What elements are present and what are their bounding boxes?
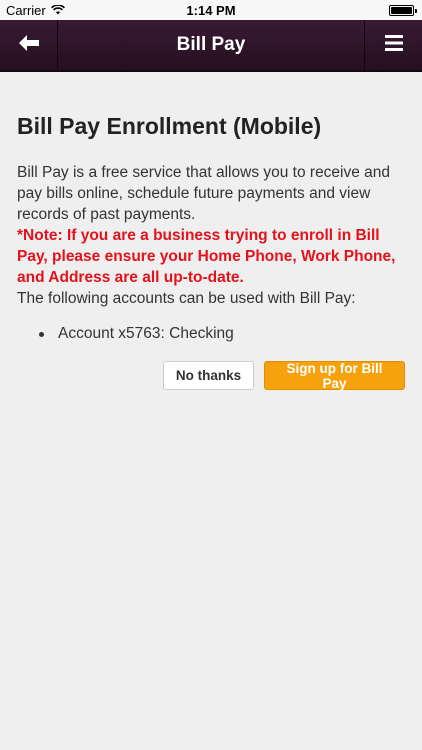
list-item: Account x5763: Checking <box>39 323 407 345</box>
sign-up-button[interactable]: Sign up for Bill Pay <box>264 361 405 391</box>
no-thanks-button[interactable]: No thanks <box>163 361 254 390</box>
accounts-list: Account x5763: Checking <box>17 323 407 345</box>
back-button[interactable] <box>0 20 58 70</box>
arrow-left-icon <box>18 34 40 57</box>
status-bar: Carrier 1:14 PM <box>0 0 422 20</box>
nav-bar: Bill Pay <box>0 20 422 72</box>
page-header-title: Bill Pay <box>176 34 246 55</box>
intro-text: Bill Pay is a free service that allows y… <box>17 164 391 223</box>
accounts-label: The following accounts can be used with … <box>17 290 356 307</box>
bullet-icon <box>39 332 44 337</box>
hamburger-menu-icon <box>384 34 403 56</box>
menu-button[interactable] <box>364 20 422 70</box>
enrollment-content: Bill Pay Enrollment (Mobile) Bill Pay is… <box>17 112 407 345</box>
page-title: Bill Pay Enrollment (Mobile) <box>17 113 322 139</box>
actions: No thanks Sign up for Bill Pay <box>163 361 405 391</box>
business-note: *Note: If you are a business trying to e… <box>17 227 396 286</box>
battery-icon <box>389 5 417 16</box>
status-time: 1:14 PM <box>186 3 236 18</box>
account-label: Account x5763: Checking <box>58 325 234 342</box>
